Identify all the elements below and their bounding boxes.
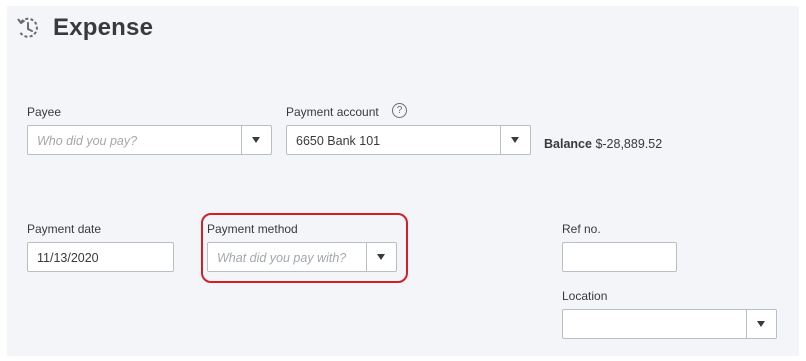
payee-select[interactable]: Who did you pay? bbox=[27, 125, 272, 155]
page-title: Expense bbox=[53, 14, 154, 41]
expense-icon bbox=[17, 17, 38, 38]
payment-account-label: Payment account bbox=[286, 105, 379, 119]
ref-no-label: Ref no. bbox=[562, 222, 601, 236]
balance-value: $-28,889.52 bbox=[595, 137, 663, 151]
location-label: Location bbox=[562, 289, 608, 303]
payee-placeholder: Who did you pay? bbox=[37, 134, 138, 148]
chevron-down-icon bbox=[511, 137, 519, 143]
payment-account-dropdown-button[interactable] bbox=[500, 126, 530, 154]
payment-date-input[interactable]: 11/13/2020 bbox=[27, 242, 174, 272]
chevron-down-icon bbox=[252, 137, 260, 143]
balance-display: Balance $-28,889.52 bbox=[544, 137, 662, 151]
location-select[interactable] bbox=[562, 309, 777, 339]
payment-date-value: 11/13/2020 bbox=[37, 251, 99, 265]
location-dropdown-button[interactable] bbox=[746, 310, 776, 338]
chevron-down-icon bbox=[757, 321, 765, 327]
help-circle-icon[interactable]: ? bbox=[392, 103, 407, 118]
payment-method-highlight bbox=[201, 213, 408, 283]
payee-dropdown-button[interactable] bbox=[241, 126, 271, 154]
payment-account-select[interactable]: 6650 Bank 101 bbox=[286, 125, 531, 155]
expense-panel bbox=[7, 6, 799, 356]
payment-account-value: 6650 Bank 101 bbox=[296, 134, 381, 148]
payee-label: Payee bbox=[27, 105, 62, 119]
ref-no-input[interactable] bbox=[562, 242, 677, 272]
balance-label: Balance bbox=[544, 137, 592, 151]
payment-date-label: Payment date bbox=[27, 222, 102, 236]
